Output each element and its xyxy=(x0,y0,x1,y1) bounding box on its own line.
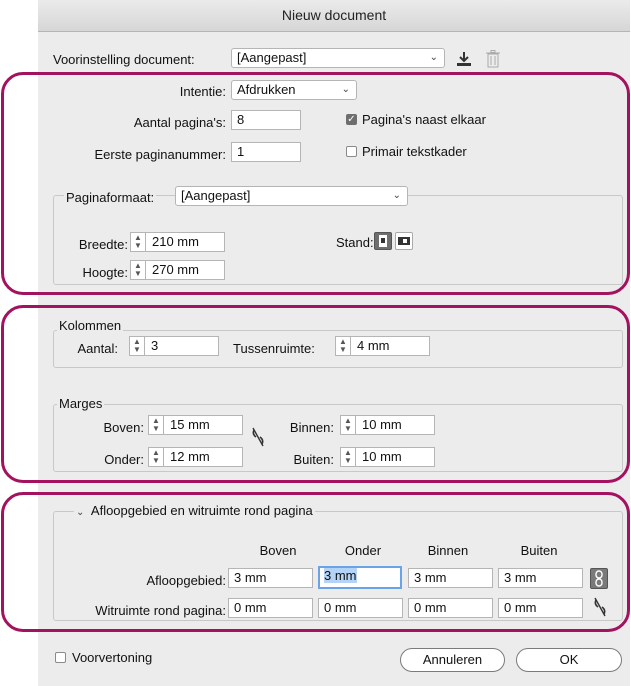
preview-label: Voorvertoning xyxy=(72,650,153,665)
preset-label: Voorinstelling document: xyxy=(53,52,195,67)
annotation-highlight-bleed-slug xyxy=(1,492,630,632)
cancel-button[interactable]: Annuleren xyxy=(400,648,505,672)
annotation-highlight-columns-margins xyxy=(1,305,630,483)
download-icon[interactable] xyxy=(455,50,473,68)
preset-value: [Aangepast] xyxy=(237,50,307,65)
preset-select[interactable]: [Aangepast] ⌄ xyxy=(231,48,445,68)
preview-checkbox[interactable] xyxy=(55,652,66,663)
window-title: Nieuw document xyxy=(38,0,630,32)
annotation-highlight-document-setup xyxy=(1,72,630,295)
chevron-down-icon: ⌄ xyxy=(429,52,438,63)
trash-icon[interactable] xyxy=(486,50,500,68)
ok-button[interactable]: OK xyxy=(516,648,622,672)
